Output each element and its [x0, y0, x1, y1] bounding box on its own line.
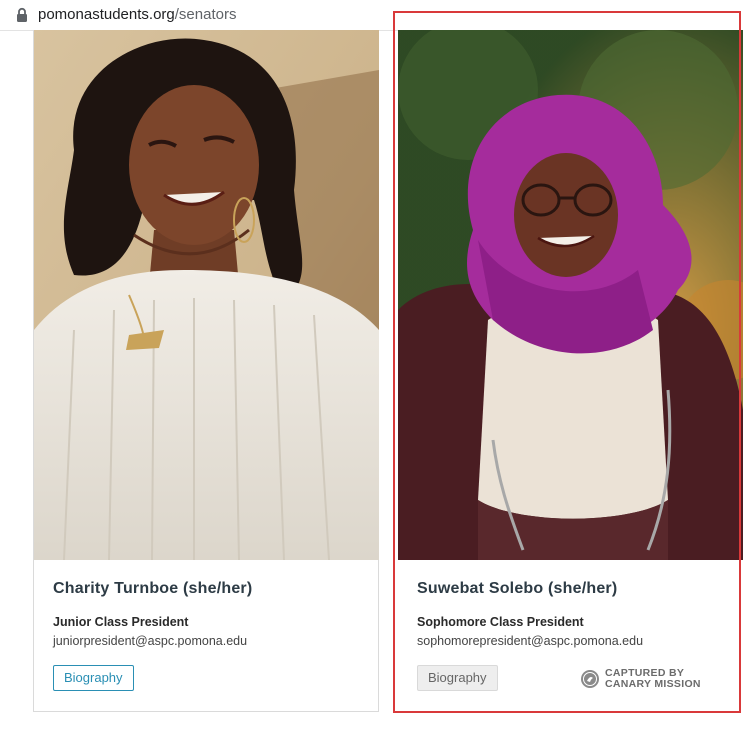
watermark-text: CAPTURED BY CANARY MISSION [605, 668, 701, 690]
senator-email[interactable]: sophomorepresident@aspc.pomona.edu [417, 634, 643, 648]
senator-role: Junior Class President [53, 615, 189, 629]
biography-button[interactable]: Biography [417, 665, 498, 691]
watermark-line2: CANARY MISSION [605, 678, 701, 690]
url-text[interactable]: pomonastudents.org/senators [38, 6, 236, 23]
senator-name: Suwebat Solebo (she/her) [417, 580, 618, 597]
address-bar[interactable]: pomonastudents.org/senators [0, 0, 744, 31]
watermark: CAPTURED BY CANARY MISSION [580, 664, 710, 694]
senator-card: Suwebat Solebo (she/her) Sophomore Class… [398, 30, 744, 712]
senator-role: Sophomore Class President [417, 615, 584, 629]
senator-photo [398, 30, 743, 560]
biography-button[interactable]: Biography [53, 665, 134, 691]
senator-card: Charity Turnboe (she/her) Junior Class P… [33, 30, 379, 712]
seal-icon [581, 670, 599, 688]
senator-name: Charity Turnboe (she/her) [53, 580, 253, 597]
lock-icon [17, 7, 27, 22]
senator-email[interactable]: juniorpresident@aspc.pomona.edu [53, 634, 247, 648]
senator-photo [34, 30, 379, 560]
url-path: /senators [174, 6, 237, 23]
url-domain: pomonastudents.org [38, 6, 175, 23]
